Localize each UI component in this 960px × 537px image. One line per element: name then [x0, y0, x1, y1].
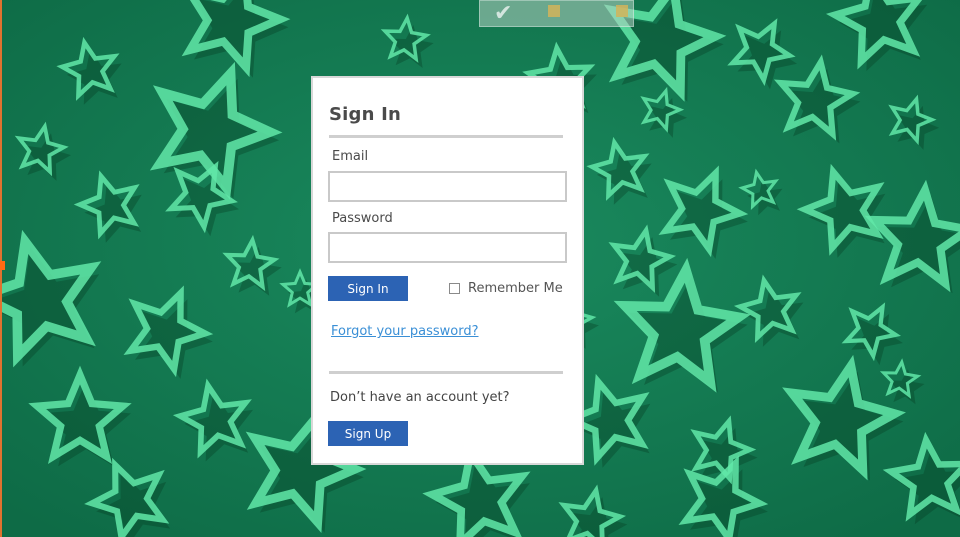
edge-marker	[0, 261, 5, 270]
no-account-text: Don’t have an account yet?	[330, 390, 510, 405]
email-label: Email	[332, 149, 369, 164]
logo-square-icon	[616, 5, 628, 17]
title-divider	[329, 135, 563, 138]
sign-in-card: Sign In Email Password Sign In Remember …	[311, 76, 584, 465]
password-field[interactable]	[328, 232, 567, 263]
password-label: Password	[332, 211, 393, 226]
forgot-password-link[interactable]: Forgot your password?	[331, 324, 479, 339]
sign-up-button[interactable]: Sign Up	[328, 421, 408, 446]
logo-square-icon	[548, 5, 560, 17]
logo-check-icon: ✔	[494, 1, 513, 26]
checkbox-icon[interactable]	[449, 283, 460, 294]
section-divider	[329, 371, 563, 374]
sign-in-button[interactable]: Sign In	[328, 276, 408, 301]
login-page: ✔ Sign In Email Password Sign In Remembe…	[0, 0, 960, 537]
page-title: Sign In	[329, 104, 402, 125]
remember-me[interactable]: Remember Me	[449, 281, 563, 296]
top-logo-icon: ✔	[479, 0, 634, 27]
remember-me-label[interactable]: Remember Me	[468, 281, 563, 296]
email-field[interactable]	[328, 171, 567, 202]
